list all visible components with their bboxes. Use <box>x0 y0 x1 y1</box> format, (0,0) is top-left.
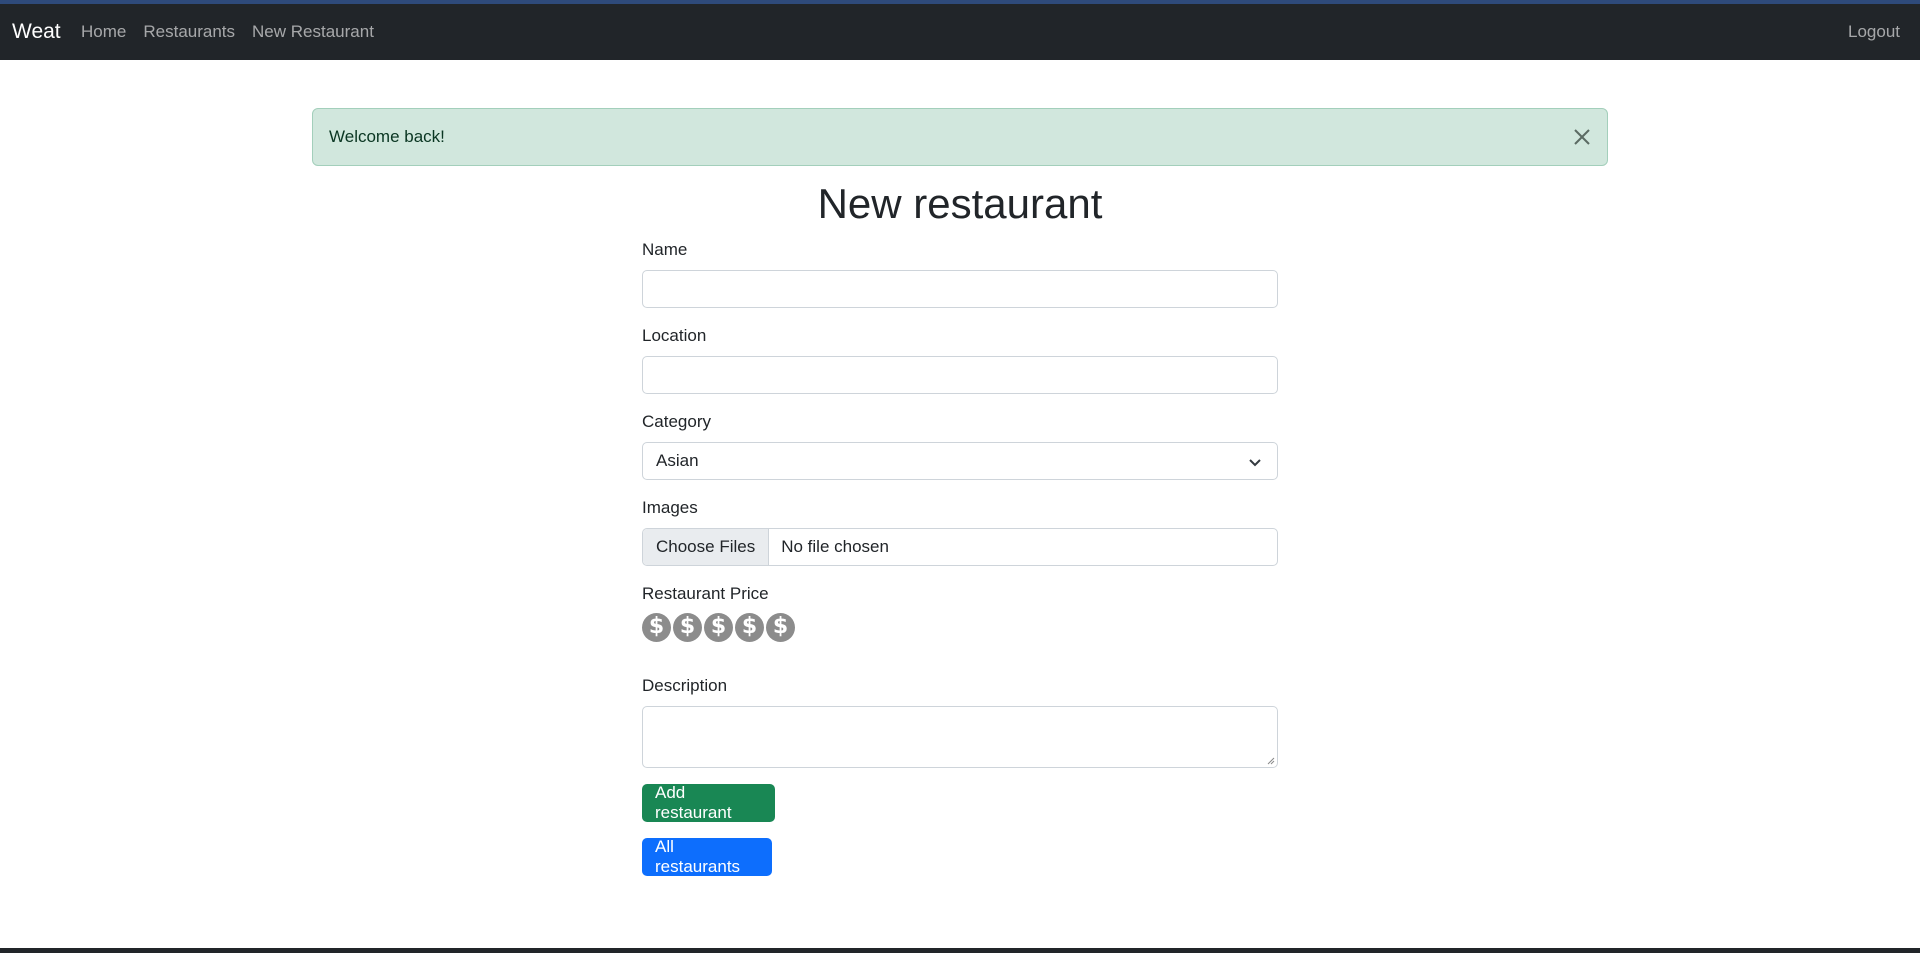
category-select[interactable]: Asian <box>642 442 1278 480</box>
navbar: Weat Home Restaurants New Restaurant Log… <box>0 4 1920 60</box>
dollar-icon[interactable]: $ <box>704 613 733 642</box>
welcome-alert: Welcome back! <box>312 108 1608 166</box>
logout-link[interactable]: Logout <box>1848 22 1900 42</box>
page-title: New restaurant <box>817 180 1103 227</box>
resize-grip-icon[interactable] <box>1267 757 1275 765</box>
images-label: Images <box>642 498 698 517</box>
dollar-icon[interactable]: $ <box>642 613 671 642</box>
price-label: Restaurant Price <box>642 584 769 603</box>
category-label: Category <box>642 412 711 431</box>
images-file-input[interactable]: Choose Files No file chosen <box>642 528 1278 566</box>
nav-link-home[interactable]: Home <box>81 22 126 42</box>
close-icon[interactable] <box>1571 126 1593 148</box>
dollar-icon[interactable]: $ <box>673 613 702 642</box>
description-textarea[interactable] <box>642 706 1278 768</box>
nav-link-restaurants[interactable]: Restaurants <box>143 22 235 42</box>
file-status-text: No file chosen <box>781 537 889 556</box>
nav-links: Home Restaurants New Restaurant <box>81 22 374 42</box>
dollar-icon[interactable]: $ <box>766 613 795 642</box>
nav-link-new-restaurant[interactable]: New Restaurant <box>252 22 374 42</box>
all-restaurants-button[interactable]: All restaurants <box>642 837 772 876</box>
footer-bar <box>0 948 1920 953</box>
choose-files-button[interactable]: Choose Files <box>643 529 770 565</box>
price-rating: $ $ $ $ $ <box>642 613 795 642</box>
description-label: Description <box>642 676 728 695</box>
alert-message: Welcome back! <box>329 127 445 146</box>
location-label: Location <box>642 326 707 345</box>
name-label: Name <box>642 240 688 259</box>
brand-logo[interactable]: Weat <box>12 20 61 44</box>
dollar-icon[interactable]: $ <box>735 613 764 642</box>
add-restaurant-button[interactable]: Add restaurant <box>642 783 775 822</box>
chevron-down-icon <box>1249 459 1261 467</box>
location-input[interactable] <box>642 356 1278 394</box>
name-input[interactable] <box>642 270 1278 308</box>
category-selected-value: Asian <box>656 451 699 470</box>
